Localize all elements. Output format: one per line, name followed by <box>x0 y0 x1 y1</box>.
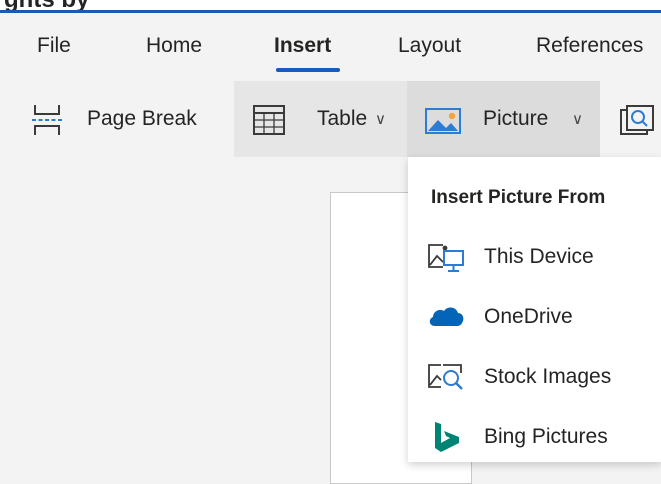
table-chevron-down-icon: ∨ <box>375 111 386 128</box>
menu-item-this-device-label: This Device <box>484 245 594 268</box>
table-label: Table <box>317 107 368 130</box>
ribbon-tabs: File Home Insert Layout References <box>0 13 661 81</box>
online-media-icon <box>620 105 658 135</box>
menu-item-bing-pictures[interactable]: Bing Pictures <box>408 409 661 465</box>
picture-label: Picture <box>483 107 549 130</box>
device-picture-icon <box>427 241 465 273</box>
online-video-button[interactable] <box>600 81 661 157</box>
page-break-label: Page Break <box>87 107 197 130</box>
page-break-button[interactable]: Page Break <box>0 81 234 157</box>
menu-item-onedrive[interactable]: OneDrive <box>408 289 661 345</box>
onedrive-cloud-icon <box>427 301 465 333</box>
stock-images-icon <box>427 361 465 393</box>
insert-picture-menu: Insert Picture From This Device OneDrive <box>408 157 661 462</box>
page-break-icon <box>31 105 63 135</box>
tab-file[interactable]: File <box>37 34 71 58</box>
bing-logo-icon <box>427 421 465 453</box>
table-button[interactable]: Table ∨ <box>234 81 407 157</box>
menu-item-onedrive-label: OneDrive <box>484 305 573 328</box>
menu-item-stock-images-label: Stock Images <box>484 365 612 388</box>
table-grid-icon <box>253 105 285 135</box>
insert-picture-menu-header: Insert Picture From <box>431 187 606 208</box>
picture-button[interactable]: Picture ∨ <box>407 81 600 157</box>
active-tab-indicator <box>276 68 340 72</box>
tab-layout[interactable]: Layout <box>398 34 461 58</box>
picture-chevron-down-icon: ∨ <box>572 111 583 128</box>
menu-item-stock-images[interactable]: Stock Images <box>408 349 661 405</box>
insert-ribbon: Page Break Table ∨ Picture ∨ <box>0 81 661 157</box>
document-title-strip: ghts by <box>0 0 661 13</box>
menu-item-this-device[interactable]: This Device <box>408 229 661 285</box>
tab-references[interactable]: References <box>536 34 643 58</box>
picture-icon <box>425 108 461 134</box>
menu-item-bing-pictures-label: Bing Pictures <box>484 425 608 448</box>
tab-home[interactable]: Home <box>146 34 202 58</box>
tab-insert[interactable]: Insert <box>274 34 331 58</box>
